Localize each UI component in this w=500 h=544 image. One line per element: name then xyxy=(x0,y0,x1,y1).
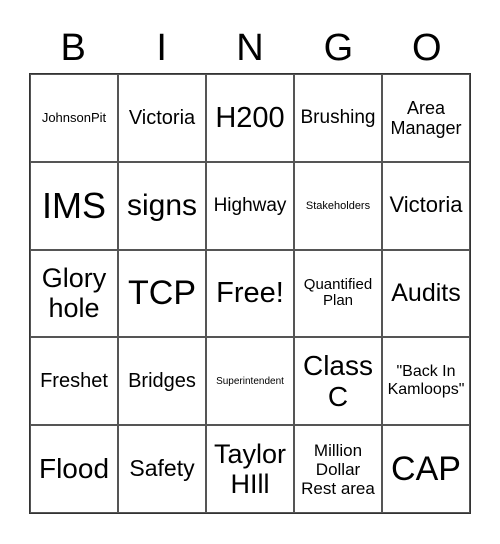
bingo-cell[interactable]: Glory hole xyxy=(30,249,118,338)
bingo-cell[interactable]: Quantified Plan xyxy=(294,249,382,338)
header-letter-i: I xyxy=(156,27,167,69)
bingo-cell[interactable]: Million Dollar Rest area xyxy=(294,425,382,513)
bingo-cell[interactable]: Victoria xyxy=(382,161,470,250)
bingo-cell[interactable]: signs xyxy=(118,161,206,250)
free-space-cell[interactable]: Free! xyxy=(206,249,294,338)
bingo-cell[interactable]: CAP xyxy=(382,425,470,513)
header-letter-g: G xyxy=(323,27,354,69)
bingo-cell[interactable]: Taylor HIll xyxy=(206,425,294,513)
bingo-cell[interactable]: Victoria xyxy=(118,74,206,162)
bingo-cell[interactable]: H200 xyxy=(206,74,294,162)
bingo-cell[interactable]: Brushing xyxy=(294,74,382,162)
header-letter-n: N xyxy=(236,27,264,69)
bingo-cell[interactable]: JohnsonPit xyxy=(30,74,118,162)
bingo-cell[interactable]: IMS xyxy=(30,161,118,250)
bingo-cell[interactable]: Flood xyxy=(30,425,118,513)
bingo-cell[interactable]: Area Manager xyxy=(382,74,470,162)
bingo-cell[interactable]: Class C xyxy=(294,337,382,426)
bingo-grid: JohnsonPit Victoria H200 Brushing Area M… xyxy=(29,73,471,514)
bingo-cell[interactable]: Superintendent xyxy=(206,337,294,426)
bingo-cell[interactable]: Safety xyxy=(118,425,206,513)
bingo-cell[interactable]: Freshet xyxy=(30,337,118,426)
bingo-header: B I N G O xyxy=(29,22,471,74)
bingo-cell[interactable]: Bridges xyxy=(118,337,206,426)
bingo-cell[interactable]: Stakeholders xyxy=(294,161,382,250)
header-letter-b: B xyxy=(60,27,86,69)
bingo-cell[interactable]: Audits xyxy=(382,249,470,338)
header-letter-o: O xyxy=(412,27,442,69)
bingo-cell[interactable]: TCP xyxy=(118,249,206,338)
bingo-cell[interactable]: "Back In Kamloops" xyxy=(382,337,470,426)
bingo-cell[interactable]: Highway xyxy=(206,161,294,250)
